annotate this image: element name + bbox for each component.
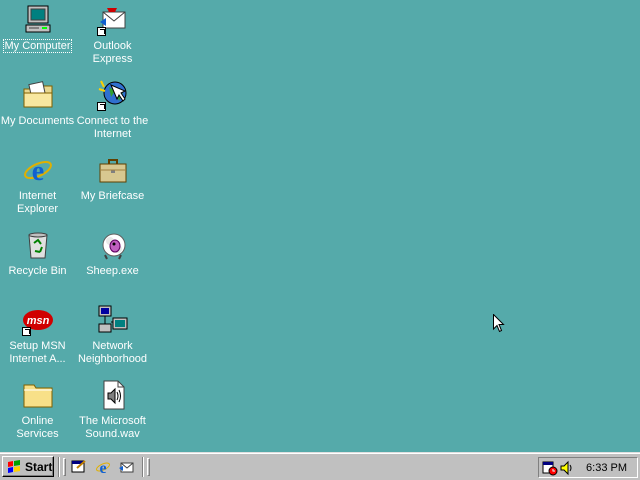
recycle-bin-icon [22,229,54,261]
icon-label: Connect to the Internet [76,115,149,140]
desktop-icon-recycle-bin[interactable]: Recycle Bin [0,227,75,299]
quick-launch-outlook-express-icon[interactable] [118,459,134,475]
outlook-express-icon [96,4,129,36]
icon-label: My Briefcase [80,190,145,202]
shortcut-arrow-icon [21,327,31,336]
mouse-cursor-icon [493,313,505,333]
icon-label: Setup MSN Internet A... [9,340,66,365]
svg-text:msn: msn [26,315,49,327]
task-area-grip[interactable] [147,458,150,476]
icon-label: Internet Explorer [17,190,58,215]
taskbar-separator [58,457,60,477]
desktop-icon-microsoft-sound[interactable]: The Microsoft Sound.wav [75,377,150,449]
desktop-icon-internet-explorer[interactable]: e Internet Explorer [0,152,75,224]
svg-text:e: e [99,460,106,475]
icon-label: Network Neighborhood [77,340,148,365]
taskbar-clock[interactable]: 6:33 PM [586,462,627,474]
icon-label: The Microsoft Sound.wav [79,415,146,440]
quick-launch-show-desktop-icon[interactable] [71,459,87,475]
taskbar-separator [142,457,144,477]
msn-icon: msn [21,304,54,336]
icon-label: My Computer [3,39,72,53]
icon-label: Online Services [16,415,59,440]
shortcut-arrow-icon [96,102,106,111]
start-button[interactable]: Start [2,456,54,477]
start-label: Start [25,459,53,474]
icon-label: Sheep.exe [86,265,139,277]
desktop-icon-connect-internet[interactable]: Connect to the Internet [75,77,150,149]
quick-launch-grip[interactable] [63,458,66,476]
desktop-icon-online-services[interactable]: Online Services [0,377,75,449]
briefcase-icon [97,154,129,186]
desktop-icon-network-neighborhood[interactable]: Network Neighborhood [75,302,150,374]
desktop[interactable]: My Computer My Documents e Internet Expl… [0,0,640,452]
desktop-icon-sheep[interactable]: Sheep.exe [75,227,150,299]
icon-label: Outlook Express [92,40,133,65]
desktop-icon-setup-msn[interactable]: msn Setup MSN Internet A... [0,302,75,374]
desktop-icon-outlook-express[interactable]: Outlook Express [75,2,150,74]
network-icon [97,304,129,336]
shortcut-arrow-icon [96,27,106,36]
desktop-icon-my-computer[interactable]: My Computer [0,2,75,74]
connect-internet-icon [96,79,129,111]
my-documents-icon [22,79,54,111]
icon-label: Recycle Bin [8,265,67,277]
taskbar: Start e 6:33 PM [0,452,640,480]
scheduler-icon[interactable] [542,460,558,476]
folder-icon [22,379,54,411]
windows-logo-icon [8,459,20,473]
my-computer-icon [22,4,54,36]
quick-launch-internet-explorer-icon[interactable]: e [95,459,111,475]
sheep-icon [97,229,129,261]
desktop-icon-my-documents[interactable]: My Documents [0,77,75,149]
icon-label: My Documents [0,115,75,127]
internet-explorer-icon: e [22,154,54,186]
svg-text:e: e [31,156,43,186]
desktop-icon-my-briefcase[interactable]: My Briefcase [75,152,150,224]
sound-file-icon [97,379,129,411]
volume-icon[interactable] [559,460,575,476]
system-tray: 6:33 PM [538,457,638,478]
